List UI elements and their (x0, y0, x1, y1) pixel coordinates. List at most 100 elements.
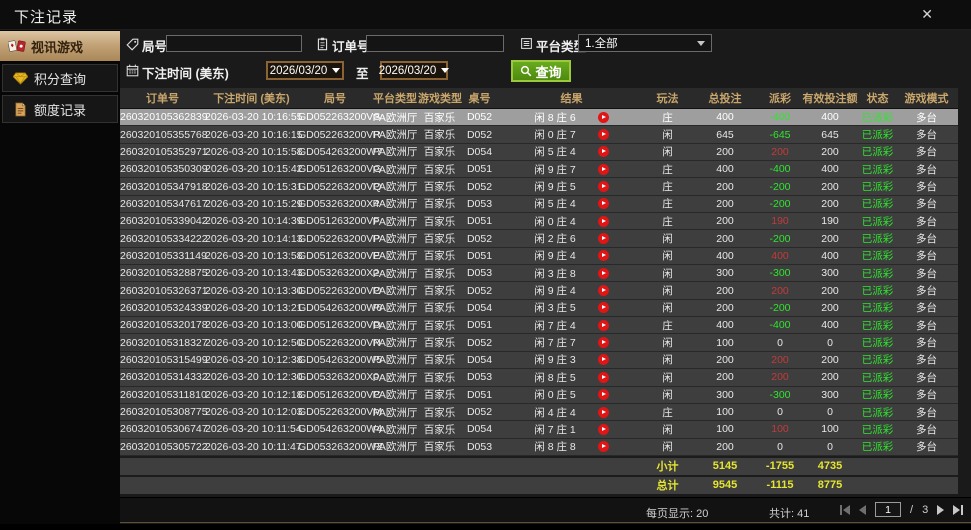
cell-order-number: 260320105305722 (120, 440, 208, 453)
page-title: 下注记录 (14, 9, 79, 26)
prev-page-button[interactable] (859, 503, 866, 517)
table-row[interactable]: 260320105311810 2026-03-20 10:12:18 GD05… (120, 386, 958, 404)
cards-icon (7, 39, 27, 54)
cell-table-number: D052 (466, 180, 493, 193)
cell-round-number: GD052263200VP (298, 232, 381, 245)
table-row[interactable]: 260320105306747 2026-03-20 10:11:54 GD05… (120, 421, 958, 439)
table-row[interactable]: 260320105334222 2026-03-20 10:14:13 GD05… (120, 230, 958, 248)
cell-table-number: D052 (466, 128, 493, 141)
play-result-icon[interactable] (597, 250, 609, 262)
cell-total-bet: 100 (716, 336, 734, 349)
title-bar: 下注记录 ✕ (0, 0, 971, 30)
play-result-icon[interactable] (597, 389, 609, 401)
close-icon[interactable]: ✕ (921, 6, 933, 23)
play-result-icon[interactable] (597, 406, 609, 418)
play-result-icon[interactable] (597, 163, 609, 175)
table-row[interactable]: 260320105318327 2026-03-20 10:12:50 GD05… (120, 334, 958, 352)
play-result-icon[interactable] (597, 423, 609, 435)
table-row[interactable]: 260320105320178 2026-03-20 10:13:00 GD05… (120, 317, 958, 335)
result-text: 闲 7 庄 1 (534, 423, 576, 436)
page-number-input[interactable] (875, 502, 901, 517)
column-header: 玩法 (656, 93, 679, 105)
cell-valid-bet: 0 (827, 440, 833, 453)
cell-bet-type: 闲 (662, 441, 673, 454)
table-row[interactable]: 260320105350309 2026-03-20 10:15:42 GD05… (120, 161, 958, 179)
round-number-input[interactable] (166, 35, 302, 52)
cell-valid-bet: 200 (821, 232, 839, 245)
subtotal-row: 小计 5145 -1755 4735 (120, 455, 958, 475)
play-result-icon[interactable] (597, 146, 609, 158)
date-from-picker[interactable]: 2026/03/20 (266, 61, 344, 80)
cell-round-number: GD052263200VS (298, 111, 381, 124)
cell-round-number: GD052263200VR (298, 128, 381, 141)
play-result-icon[interactable] (597, 302, 609, 314)
cell-status: 已派彩 (861, 198, 894, 211)
cell-game-type: 百家乐 (423, 285, 456, 298)
page-separator: / (910, 503, 914, 516)
date-to-picker[interactable]: 2026/03/20 (379, 61, 450, 80)
play-result-icon[interactable] (597, 285, 609, 297)
column-header: 桌号 (468, 93, 491, 105)
cell-order-number: 260320105326371 (120, 284, 208, 297)
total-row: 总计 9545 -1115 8775 (120, 474, 958, 494)
table-row[interactable]: 260320105324339 2026-03-20 10:13:21 GD05… (120, 299, 958, 318)
cell-platform: PA欧洲厅 (372, 267, 418, 280)
cell-bet-type: 闲 (662, 371, 673, 384)
cell-bet-type: 闲 (662, 302, 673, 315)
cell-status: 已派彩 (861, 163, 894, 176)
cell-table-number: D054 (466, 301, 493, 314)
play-result-icon[interactable] (597, 371, 609, 383)
table-row[interactable]: 260320105339042 2026-03-20 10:14:39 GD05… (120, 213, 958, 231)
cell-status: 已派彩 (861, 319, 894, 332)
round-number-label: 局号 (142, 40, 168, 54)
table-row[interactable]: 260320105328875 2026-03-20 10:13:43 GD05… (120, 265, 958, 283)
last-page-button[interactable] (953, 503, 964, 517)
table-row[interactable]: 260320105347918 2026-03-20 10:15:31 GD05… (120, 178, 958, 196)
table-row[interactable]: 260320105362839 2026-03-20 10:16:55 GD05… (120, 109, 958, 127)
table-row[interactable]: 260320105347617 2026-03-20 10:15:29 GD05… (120, 195, 958, 214)
table-row[interactable]: 260320105314332 2026-03-20 10:12:30 GD05… (120, 369, 958, 387)
table-row[interactable]: 260320105315499 2026-03-20 10:12:38 GD05… (120, 351, 958, 370)
sidebar-item-points-query[interactable]: 积分查询 (2, 64, 118, 92)
play-result-icon[interactable] (597, 111, 609, 123)
first-page-button[interactable] (840, 503, 850, 517)
cell-result: 闲 9 庄 7 (498, 162, 645, 177)
table-row[interactable]: 260320105326371 2026-03-20 10:13:30 GD05… (120, 282, 958, 300)
cell-bet-time: 2026-03-20 10:15:58 (205, 145, 303, 158)
cell-game-type: 百家乐 (423, 198, 456, 211)
order-number-input[interactable] (366, 35, 504, 52)
table-row[interactable]: 260320105355768 2026-03-20 10:16:15 GD05… (120, 126, 958, 144)
sidebar-item-quota-records[interactable]: 额度记录 (2, 95, 118, 123)
result-text: 闲 7 庄 7 (534, 337, 576, 350)
cell-order-number: 260320105347617 (120, 197, 208, 210)
table-row[interactable]: 260320105305722 2026-03-20 10:11:47 GD05… (120, 438, 958, 456)
cell-total-bet: 200 (716, 215, 734, 228)
main-content: 局号 订单号 平台类型 1.全部 下注时间 (美东) 2026/03/20 至 … (120, 30, 971, 524)
play-result-icon[interactable] (597, 441, 609, 453)
play-result-icon[interactable] (597, 319, 609, 331)
cell-bet-time: 2026-03-20 10:12:30 (205, 371, 303, 384)
cell-round-number: GD054263200W4 (298, 423, 383, 436)
cell-valid-bet: 200 (821, 145, 839, 158)
platform-type-select[interactable]: 1.全部 (578, 34, 712, 52)
cell-valid-bet: 200 (821, 180, 839, 193)
table-row[interactable]: 260320105308775 2026-03-20 10:12:03 GD05… (120, 403, 958, 422)
next-page-button[interactable] (937, 503, 945, 517)
play-result-icon[interactable] (597, 198, 609, 210)
table-row[interactable]: 260320105331149 2026-03-20 10:13:58 GD05… (120, 247, 958, 266)
play-result-icon[interactable] (597, 354, 609, 366)
cell-round-number: GD052263200VM (298, 406, 383, 419)
play-result-icon[interactable] (597, 129, 609, 141)
search-button[interactable]: 查询 (511, 60, 571, 82)
play-result-icon[interactable] (597, 233, 609, 245)
cell-status: 已派彩 (861, 233, 894, 246)
table-row[interactable]: 260320105352971 2026-03-20 10:15:58 GD05… (120, 143, 958, 162)
play-result-icon[interactable] (597, 181, 609, 193)
result-text: 闲 0 庄 7 (534, 129, 576, 142)
sidebar-item-video-games[interactable]: 视讯游戏 (0, 31, 132, 61)
cell-round-number: GD051263200VD (298, 319, 381, 332)
play-result-icon[interactable] (597, 267, 609, 279)
play-result-icon[interactable] (597, 337, 609, 349)
play-result-icon[interactable] (597, 215, 609, 227)
cell-platform: PA欧洲厅 (372, 111, 418, 124)
